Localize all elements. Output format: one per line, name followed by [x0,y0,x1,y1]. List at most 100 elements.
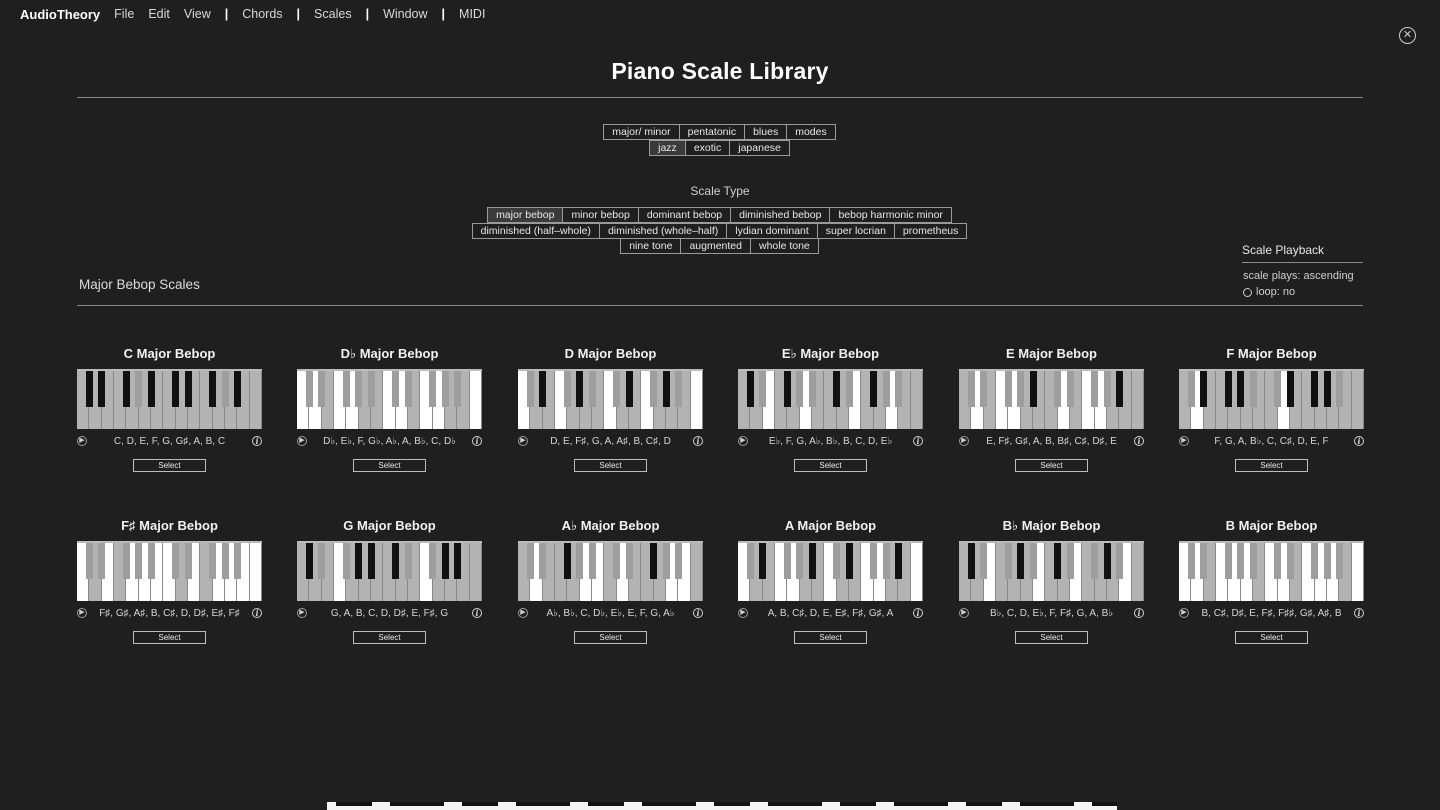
black-key[interactable] [98,543,106,579]
play-icon[interactable]: ▶ [738,608,748,618]
black-key[interactable] [746,371,754,407]
black-key[interactable] [1066,543,1074,579]
black-key[interactable] [172,371,180,407]
select-button[interactable]: Select [353,631,426,644]
black-key[interactable] [796,543,804,579]
white-key[interactable] [469,371,482,429]
black-key[interactable] [539,543,547,579]
info-icon[interactable]: i [693,436,703,446]
select-button[interactable]: Select [574,459,647,472]
black-key[interactable] [355,543,363,579]
info-icon[interactable]: i [472,436,482,446]
black-key[interactable] [233,543,241,579]
tab-major-minor[interactable]: major/ minor [603,124,680,140]
black-key[interactable] [209,543,217,579]
black-key[interactable] [1115,543,1123,579]
select-button[interactable]: Select [1235,459,1308,472]
black-key[interactable] [98,371,106,407]
black-key[interactable] [355,371,363,407]
black-key[interactable] [759,371,767,407]
black-key[interactable] [404,543,412,579]
piano-keyboard[interactable] [959,369,1144,429]
piano-keyboard[interactable] [518,541,703,601]
black-key[interactable] [808,371,816,407]
scale-type-nine-tone[interactable]: nine tone [620,238,682,254]
black-key[interactable] [783,371,791,407]
black-key[interactable] [209,371,217,407]
menu-window[interactable]: Window [383,7,427,21]
info-icon[interactable]: i [693,608,703,618]
tab-modes[interactable]: modes [786,124,836,140]
black-key[interactable] [1335,371,1343,407]
black-key[interactable] [392,543,400,579]
black-key[interactable] [759,543,767,579]
black-key[interactable] [870,371,878,407]
black-key[interactable] [1224,371,1232,407]
black-key[interactable] [674,543,682,579]
black-key[interactable] [539,371,547,407]
black-key[interactable] [894,543,902,579]
select-button[interactable]: Select [133,459,206,472]
black-key[interactable] [526,371,534,407]
black-key[interactable] [305,543,313,579]
black-key[interactable] [1004,543,1012,579]
black-key[interactable] [404,371,412,407]
scale-type-lydian-dominant[interactable]: lydian dominant [726,223,818,239]
black-key[interactable] [1115,371,1123,407]
black-key[interactable] [305,371,313,407]
black-key[interactable] [318,543,326,579]
white-key[interactable] [1351,371,1364,429]
tab-pentatonic[interactable]: pentatonic [678,124,746,140]
play-icon[interactable]: ▶ [77,436,87,446]
tab-japanese[interactable]: japanese [729,140,790,156]
tab-exotic[interactable]: exotic [684,140,731,156]
play-icon[interactable]: ▶ [518,608,528,618]
black-key[interactable] [845,543,853,579]
black-key[interactable] [85,371,93,407]
scale-type-diminished-whole-half[interactable]: diminished (whole–half) [598,223,728,239]
black-key[interactable] [526,543,534,579]
scale-type-diminished-half-whole[interactable]: diminished (half–whole) [471,223,600,239]
playback-loop[interactable]: loop: no [1243,286,1363,298]
info-icon[interactable]: i [252,436,262,446]
black-key[interactable] [1187,543,1195,579]
black-key[interactable] [1091,371,1099,407]
select-button[interactable]: Select [794,459,867,472]
play-icon[interactable]: ▶ [77,608,87,618]
black-key[interactable] [662,371,670,407]
info-icon[interactable]: i [1134,608,1144,618]
black-key[interactable] [894,371,902,407]
black-key[interactable] [783,543,791,579]
black-key[interactable] [808,543,816,579]
info-icon[interactable]: i [913,608,923,618]
scale-type-diminished-bebop[interactable]: diminished bebop [730,207,831,223]
tab-jazz[interactable]: jazz [649,140,686,156]
info-icon[interactable]: i [252,608,262,618]
black-key[interactable] [135,371,143,407]
black-key[interactable] [429,371,437,407]
piano-keyboard[interactable] [77,369,262,429]
play-icon[interactable]: ▶ [297,436,307,446]
black-key[interactable] [625,543,633,579]
black-key[interactable] [588,543,596,579]
select-button[interactable]: Select [1235,631,1308,644]
black-key[interactable] [845,371,853,407]
select-button[interactable]: Select [794,631,867,644]
piano-keyboard[interactable] [297,541,482,601]
black-key[interactable] [980,371,988,407]
black-key[interactable] [613,543,621,579]
white-key[interactable] [249,543,262,601]
black-key[interactable] [122,371,130,407]
white-key[interactable] [690,371,703,429]
black-key[interactable] [342,543,350,579]
white-key[interactable] [469,543,482,601]
black-key[interactable] [1274,543,1282,579]
black-key[interactable] [1237,543,1245,579]
black-key[interactable] [367,543,375,579]
info-icon[interactable]: i [913,436,923,446]
select-button[interactable]: Select [353,459,426,472]
info-icon[interactable]: i [472,608,482,618]
scale-type-major-bebop[interactable]: major bebop [487,207,564,223]
black-key[interactable] [1200,543,1208,579]
black-key[interactable] [576,543,584,579]
